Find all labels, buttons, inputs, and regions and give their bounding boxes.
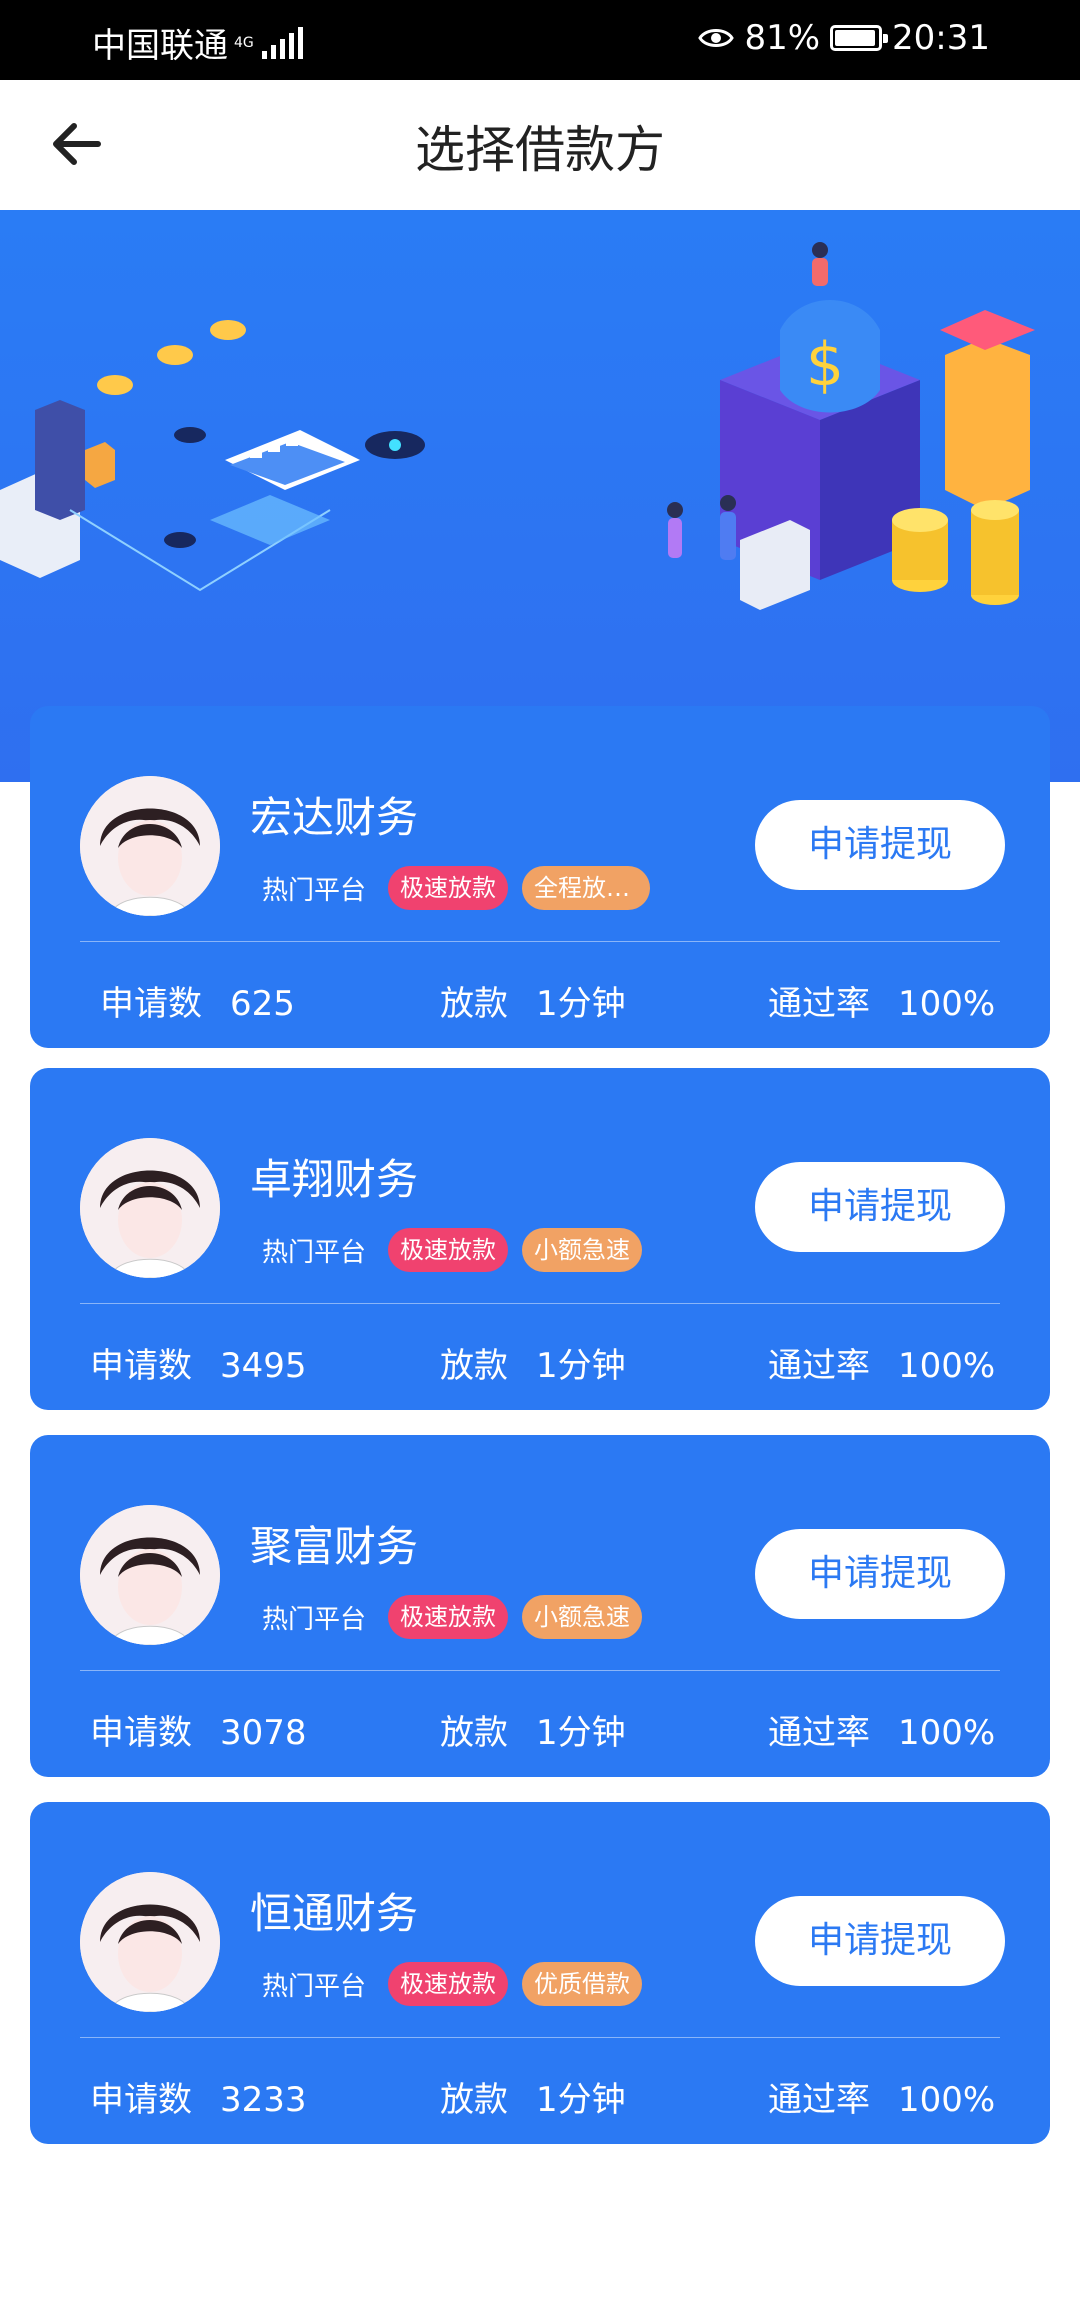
tag-row: 热门平台 极速放款 优质借款 (262, 1962, 643, 2006)
loan-time-value: 1分钟 (536, 1346, 626, 1386)
carrier-name: 中国联通 (92, 26, 228, 66)
lender-card[interactable]: 恒通财务 热门平台 极速放款 优质借款 申请提现 申请数 3233 放款 1分钟 通… (30, 1802, 1050, 2144)
avatar-image (80, 776, 220, 916)
banner-illustration: $ (0, 242, 1035, 610)
status-left: 中国联通 4G (92, 18, 303, 67)
loan-time-value: 1分钟 (536, 1713, 626, 1753)
applications-value: 3495 (220, 1346, 307, 1386)
lender-name: 恒通财务 (250, 1889, 419, 1938)
loan-time-value: 1分钟 (536, 984, 626, 1024)
avatar (80, 1872, 220, 2012)
loan-time-value: 1分钟 (536, 2080, 626, 2120)
pass-rate-value: 100% (898, 2080, 996, 2120)
avatar (80, 1505, 220, 1645)
eye-icon (698, 29, 735, 47)
tag-fast-loan: 极速放款 (388, 1228, 509, 1272)
applications-value: 3078 (220, 1713, 307, 1753)
pass-rate-stat: 通过率 100% (768, 2072, 995, 2121)
divider (80, 941, 1000, 942)
tag-fast-loan: 极速放款 (388, 1962, 509, 2006)
pass-rate-label: 通过率 (768, 984, 870, 1024)
tag-secondary: 优质借款 (522, 1962, 643, 2006)
status-right: 81% 20:31 (698, 18, 990, 58)
pass-rate-label: 通过率 (768, 1346, 870, 1386)
page-title: 选择借款方 (415, 121, 665, 179)
tag-secondary: 全程放款... (522, 866, 651, 910)
loan-time-stat: 放款 1分钟 (440, 1338, 626, 1387)
avatar (80, 776, 220, 916)
hot-platform-label: 热门平台 (262, 875, 367, 906)
svg-text:$: $ (806, 330, 844, 400)
tag-row: 热门平台 极速放款 小额急速 (262, 1228, 643, 1272)
apply-withdraw-button[interactable]: 申请提现 (755, 800, 1005, 890)
divider (80, 1303, 1000, 1304)
loan-label: 放款 (440, 984, 508, 1024)
avatar (80, 1138, 220, 1278)
applications-stat: 申请数 3495 (90, 1338, 307, 1387)
applications-value: 3233 (220, 2080, 307, 2120)
pass-rate-stat: 通过率 100% (768, 1338, 995, 1387)
loan-time-stat: 放款 1分钟 (440, 976, 626, 1025)
network-label: 4G (234, 34, 254, 51)
lender-card[interactable]: 宏达财务 热门平台 极速放款 全程放款... 申请提现 申请数 625 放款 1分钟… (30, 706, 1050, 1048)
pass-rate-stat: 通过率 100% (768, 1705, 995, 1754)
applications-label: 申请数 (90, 1346, 192, 1386)
hot-platform-label: 热门平台 (262, 1604, 367, 1635)
signal-icon (261, 26, 303, 59)
lender-card[interactable]: 聚富财务 热门平台 极速放款 小额急速 申请提现 申请数 3078 放款 1分钟 通… (30, 1435, 1050, 1777)
apply-withdraw-button[interactable]: 申请提现 (755, 1529, 1005, 1619)
right-illustration: $ (667, 242, 1035, 610)
pass-rate-value: 100% (898, 1346, 996, 1386)
loan-time-stat: 放款 1分钟 (440, 1705, 626, 1754)
pass-rate-value: 100% (898, 984, 996, 1024)
tag-row: 热门平台 极速放款 小额急速 (262, 1595, 643, 1639)
pass-rate-value: 100% (898, 1713, 996, 1753)
divider (80, 2037, 1000, 2038)
hot-platform-label: 热门平台 (262, 1237, 367, 1268)
apply-withdraw-button[interactable]: 申请提现 (755, 1162, 1005, 1252)
left-illustration (0, 320, 425, 592)
pass-rate-label: 通过率 (768, 2080, 870, 2120)
applications-label: 申请数 (90, 2080, 192, 2120)
pass-rate-label: 通过率 (768, 1713, 870, 1753)
lender-name: 卓翔财务 (250, 1155, 419, 1204)
loan-label: 放款 (440, 2080, 508, 2120)
divider (80, 1670, 1000, 1671)
loan-label: 放款 (440, 1713, 508, 1753)
app-header: 选择借款方 (0, 80, 1080, 210)
tag-fast-loan: 极速放款 (388, 866, 509, 910)
lender-name: 聚富财务 (250, 1522, 419, 1571)
loan-time-stat: 放款 1分钟 (440, 2072, 626, 2121)
applications-stat: 申请数 3233 (90, 2072, 307, 2121)
lender-name: 宏达财务 (250, 793, 419, 842)
avatar-image (80, 1872, 220, 2012)
loan-label: 放款 (440, 1346, 508, 1386)
tag-secondary: 小额急速 (522, 1228, 643, 1272)
apply-withdraw-button[interactable]: 申请提现 (755, 1896, 1005, 1986)
clock: 20:31 (892, 18, 990, 58)
applications-label: 申请数 (100, 984, 202, 1024)
applications-value: 625 (230, 984, 295, 1024)
battery-percent: 81% (744, 18, 821, 58)
tag-secondary: 小额急速 (522, 1595, 643, 1639)
status-bar: 中国联通 4G 81% 20:31 (0, 0, 1080, 80)
hot-platform-label: 热门平台 (262, 1971, 367, 2002)
applications-label: 申请数 (90, 1713, 192, 1753)
lender-card[interactable]: 卓翔财务 热门平台 极速放款 小额急速 申请提现 申请数 3495 放款 1分钟 通… (30, 1068, 1050, 1410)
applications-stat: 申请数 3078 (90, 1705, 307, 1754)
tag-row: 热门平台 极速放款 全程放款... (262, 866, 651, 910)
battery-icon (830, 25, 889, 51)
network-type: 4G (234, 36, 254, 50)
applications-stat: 申请数 625 (100, 976, 295, 1025)
pass-rate-stat: 通过率 100% (768, 976, 995, 1025)
avatar-image (80, 1505, 220, 1645)
avatar-image (80, 1138, 220, 1278)
promo-banner: $ (0, 210, 1080, 782)
tag-fast-loan: 极速放款 (388, 1595, 509, 1639)
